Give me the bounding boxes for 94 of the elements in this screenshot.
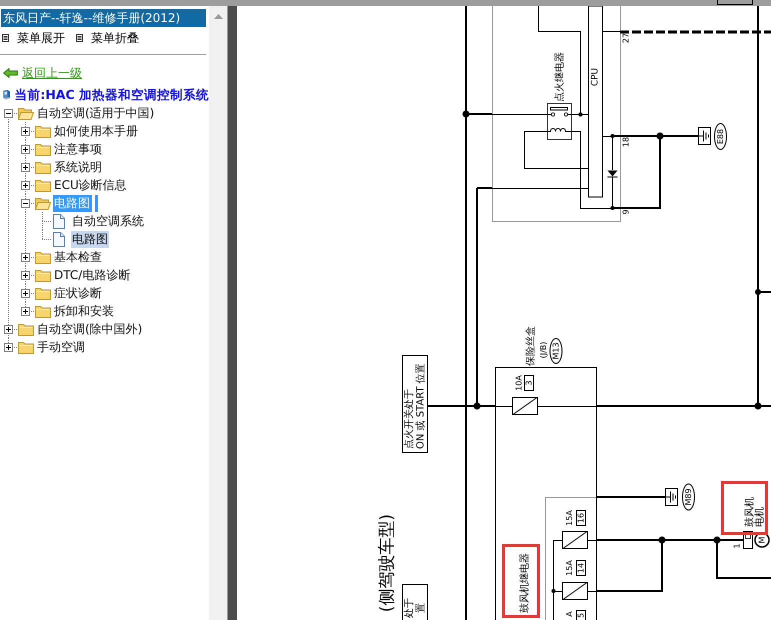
wire	[602, 31, 620, 32]
document-icon	[53, 232, 65, 246]
condition-note: 处于 置	[402, 584, 428, 620]
menu-link[interactable]: 菜单折叠	[91, 30, 139, 46]
tree-item[interactable]: 自动空调系统	[71, 212, 145, 230]
title-bar: 东风日产--轩逸--维修手册(2012)	[1, 9, 206, 27]
fuse-number-tag: 14	[576, 560, 586, 576]
tree-item[interactable]: ECU诊断信息	[53, 176, 128, 194]
fuse-icon	[512, 397, 538, 415]
tree-item[interactable]: 自动空调(除中国外)	[36, 320, 144, 338]
junction-dot-icon	[610, 134, 614, 138]
tree-item[interactable]: 手动空调	[36, 338, 86, 356]
fuse-icon	[562, 582, 588, 600]
component-label: 点火继电器	[554, 52, 566, 102]
junction-dot-icon	[552, 589, 556, 593]
folder-icon	[35, 178, 51, 192]
junction-dot-icon	[462, 110, 470, 118]
folder-icon	[35, 124, 51, 138]
fuse-rating: A	[565, 611, 574, 617]
fuse-rating: 15A	[565, 510, 574, 526]
plus-icon[interactable]	[21, 126, 30, 136]
fuse-rating: 15A	[565, 560, 574, 576]
plus-icon[interactable]	[21, 270, 30, 280]
fuse-number-tag: 16	[576, 510, 586, 526]
condition-note: 点火开关处于 ON 或 START 位置	[402, 355, 428, 453]
junction-dot-icon	[578, 112, 582, 116]
scrollbar[interactable]	[209, 6, 227, 620]
plus-icon[interactable]	[21, 306, 30, 316]
cpu-block: CPU	[588, 6, 603, 198]
ground-icon	[698, 127, 711, 145]
tree-item[interactable]: 基本检查	[53, 248, 103, 266]
fuse-number-tag: 5	[576, 610, 586, 620]
document-icon	[53, 214, 65, 228]
tree-item[interactable]: 自动空调(适用于中国)	[36, 104, 156, 122]
ground-icon	[665, 488, 678, 506]
tree-item[interactable]: 如何使用本手册	[53, 122, 139, 140]
fuse-icon	[562, 531, 588, 549]
pin-number: 27	[622, 32, 630, 44]
folder-icon	[35, 250, 51, 264]
tree-item[interactable]: DTC/电路诊断	[53, 266, 132, 284]
minus-icon[interactable]	[21, 198, 30, 208]
left-arrow-icon[interactable]	[3, 68, 18, 78]
junction-dot-icon	[656, 132, 664, 140]
connector-tag: E88	[714, 123, 727, 150]
plus-icon[interactable]	[21, 144, 30, 154]
list-icon[interactable]	[2, 34, 9, 42]
tree-item[interactable]: 症状诊断	[53, 284, 103, 302]
connector-tag: M89	[682, 484, 695, 510]
back-link[interactable]: 返回上一级	[22, 65, 82, 81]
junction-dot-icon	[714, 536, 720, 544]
pin-number: 9	[622, 209, 630, 215]
junction-dot-icon	[610, 206, 614, 210]
tree-item[interactable]: 电路图	[71, 230, 109, 248]
diode-icon	[607, 170, 618, 178]
tree-item[interactable]: 系统说明	[53, 158, 103, 176]
tree-item[interactable]: 注意事项	[53, 140, 103, 158]
fuse-number-tag: 3	[524, 375, 534, 391]
current-page-title: 当前:HAC 加热器和空调控制系统	[14, 87, 209, 103]
plus-icon[interactable]	[21, 288, 30, 298]
list-icon[interactable]	[76, 34, 83, 42]
plus-icon[interactable]	[21, 180, 30, 190]
plus-icon[interactable]	[4, 324, 13, 334]
pin-number: 18	[622, 136, 630, 148]
diagram-title: (侧驾驶车型)	[377, 514, 397, 612]
menu-link[interactable]: 菜单展开	[17, 30, 65, 46]
connector-tag: M13	[550, 338, 562, 364]
pin-number: 1	[732, 543, 742, 549]
folder-icon	[35, 268, 51, 282]
junction-dot-icon	[474, 402, 480, 410]
plus-icon[interactable]	[21, 252, 30, 262]
folder-icon	[35, 160, 51, 174]
folder-icon	[35, 286, 51, 300]
open-folder-icon	[35, 196, 51, 210]
relay-icon	[547, 103, 572, 140]
component-label: 保险丝盒	[526, 326, 536, 366]
component-label: 鼓风机继电器	[520, 553, 530, 613]
fuse-rating: 10A	[514, 375, 524, 391]
plus-icon[interactable]	[4, 342, 13, 352]
wire	[596, 496, 665, 498]
component-label: 鼓风机 电机	[744, 497, 766, 527]
folder-icon	[35, 304, 51, 318]
folder-icon	[35, 142, 51, 156]
plus-icon[interactable]	[21, 162, 30, 172]
junction-dot-icon	[754, 402, 762, 410]
minus-icon[interactable]	[4, 108, 13, 118]
fuse-box-code: (J/B)	[539, 342, 548, 358]
folder-icon	[18, 340, 34, 354]
folder-icon	[18, 322, 34, 336]
tree-item[interactable]: 拆卸和安装	[53, 302, 115, 320]
splitter-bar[interactable]	[227, 6, 237, 620]
junction-dot-icon	[658, 536, 666, 544]
open-folder-icon	[18, 106, 34, 120]
box-outline-icon	[717, 0, 753, 5]
junction-dot-icon	[755, 289, 761, 295]
